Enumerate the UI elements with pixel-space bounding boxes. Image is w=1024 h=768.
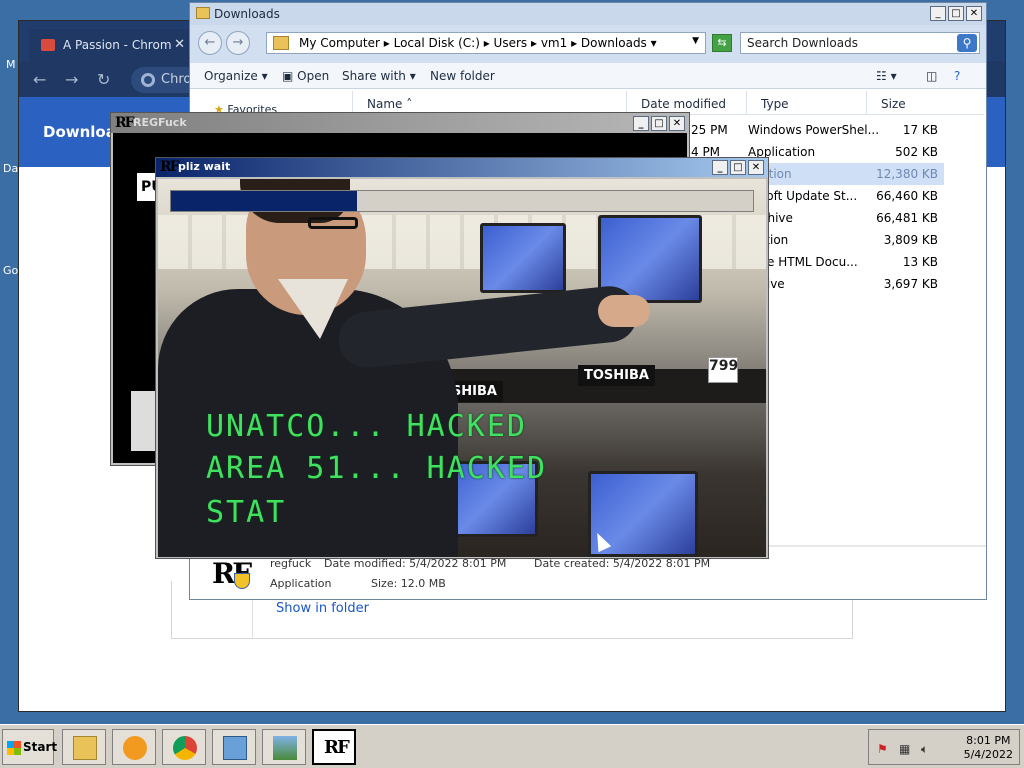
- action-center-icon[interactable]: ⚑: [877, 742, 888, 756]
- explorer-titlebar[interactable]: Downloads _ □ ✕: [190, 3, 986, 25]
- breadcrumb-item[interactable]: Local Disk (C:): [394, 36, 480, 50]
- search-icon[interactable]: ⚲: [957, 34, 977, 52]
- back-arrow-icon[interactable]: ←: [33, 70, 46, 89]
- taskbar-chrome[interactable]: [162, 729, 206, 765]
- taskbar-media-player[interactable]: [112, 729, 156, 765]
- folder-icon: [273, 36, 289, 50]
- search-input[interactable]: Search Downloads ⚲: [740, 32, 980, 54]
- view-options-icon[interactable]: ☷ ▾: [876, 69, 897, 83]
- hack-text-line: UNATCO... HACKED: [206, 409, 527, 444]
- column-size[interactable]: Size: [866, 91, 946, 115]
- refresh-button[interactable]: ⇆: [712, 34, 732, 52]
- minimize-button[interactable]: _: [930, 6, 946, 21]
- detail-size: Size: 12.0 MB: [371, 577, 446, 590]
- brand-sign: TOSHIBA: [578, 365, 655, 386]
- chrome-icon: [173, 736, 197, 760]
- clock[interactable]: 8:01 PM 5/4/2022: [964, 734, 1013, 762]
- minimize-button[interactable]: _: [712, 160, 728, 175]
- desktop-icon-label[interactable]: Go: [3, 264, 18, 277]
- breadcrumb-item[interactable]: Users: [494, 36, 528, 50]
- regfuck-icon: RF: [160, 159, 180, 175]
- uac-shield-icon: [234, 573, 250, 589]
- close-tab-icon[interactable]: ✕: [174, 37, 185, 52]
- close-button[interactable]: ✕: [748, 160, 764, 175]
- photo-viewer-icon: [273, 736, 297, 760]
- forward-button[interactable]: →: [226, 31, 250, 55]
- window-title: Downloads: [214, 7, 280, 21]
- open-button[interactable]: ▣ Open: [282, 69, 329, 83]
- pliz-titlebar[interactable]: RF pliz wait _ □ ✕: [156, 158, 768, 177]
- system-tray: ⚑ ▦ 🔈︎ 8:01 PM 5/4/2022: [868, 729, 1020, 765]
- maximize-button[interactable]: □: [948, 6, 964, 21]
- desktop-icon-label[interactable]: M: [6, 58, 16, 71]
- show-in-folder-link[interactable]: Show in folder: [276, 601, 369, 616]
- explorer-navbar: ← → My Computer ▸ Local Disk (C:) ▸ User…: [190, 25, 986, 63]
- chevron-down-icon[interactable]: ▼: [692, 36, 699, 46]
- address-bar[interactable]: My Computer ▸ Local Disk (C:) ▸ Users ▸ …: [266, 32, 706, 54]
- breadcrumb-item[interactable]: My Computer: [299, 36, 380, 50]
- windows-logo-icon: [7, 741, 21, 755]
- taskbar-file-explorer[interactable]: [62, 729, 106, 765]
- maximize-button[interactable]: □: [730, 160, 746, 175]
- share-with-menu[interactable]: Share with ▾: [342, 69, 416, 83]
- maximize-button[interactable]: □: [651, 116, 667, 131]
- regfuck-icon: RF: [115, 115, 135, 131]
- control-panel-icon: [223, 736, 247, 760]
- clock-date: 5/4/2022: [963, 748, 1013, 761]
- desktop-icon-label[interactable]: Da: [3, 162, 18, 175]
- minimize-button[interactable]: _: [633, 116, 649, 131]
- taskbar-photo-viewer[interactable]: [262, 729, 306, 765]
- folder-icon: [73, 736, 97, 760]
- reload-icon[interactable]: ↻: [97, 70, 110, 89]
- detail-type: Application: [270, 577, 332, 590]
- preview-pane-icon[interactable]: ◫: [926, 69, 937, 83]
- taskbar: Start RF ⚑ ▦ 🔈︎ 8:01 PM 5/4/2022: [0, 724, 1024, 768]
- volume-icon[interactable]: 🔈︎: [921, 742, 928, 757]
- forward-arrow-icon[interactable]: →: [65, 70, 78, 89]
- media-player-icon: [123, 736, 147, 760]
- folder-icon: [196, 7, 210, 19]
- person-hand: [598, 295, 650, 327]
- omnibox-text: Chro: [161, 72, 192, 87]
- regfuck-icon: RF: [324, 737, 350, 758]
- tab-favicon-icon: [41, 39, 55, 51]
- progress-bar: [170, 190, 754, 212]
- chrome-logo-icon: [141, 73, 155, 87]
- chrome-tab[interactable]: A Passion - Chrom ✕: [29, 29, 193, 61]
- column-type[interactable]: Type: [746, 91, 866, 115]
- hack-text-line: STAT: [206, 495, 287, 530]
- pliz-wait-window: TOSHIBA TOSHIBA 799 UNATCO... HACKED ARE…: [155, 157, 769, 559]
- background-photo: TOSHIBA TOSHIBA 799 UNATCO... HACKED ARE…: [158, 179, 766, 557]
- window-title: REGFuck: [133, 116, 187, 129]
- taskbar-regfuck[interactable]: RF: [312, 729, 356, 765]
- breadcrumb-item[interactable]: Downloads: [581, 36, 647, 50]
- network-icon[interactable]: ▦: [899, 742, 910, 756]
- start-button[interactable]: Start: [2, 729, 57, 765]
- help-icon[interactable]: ?: [954, 69, 960, 83]
- search-placeholder: Search Downloads: [747, 36, 858, 50]
- organize-menu[interactable]: Organize ▾: [204, 69, 268, 83]
- back-button[interactable]: ←: [198, 31, 222, 55]
- clock-time: 8:01 PM: [966, 734, 1011, 747]
- close-button[interactable]: ✕: [669, 116, 685, 131]
- progress-fill: [171, 191, 358, 211]
- breadcrumb-item[interactable]: vm1: [541, 36, 567, 50]
- new-folder-button[interactable]: New folder: [430, 69, 495, 83]
- window-title: pliz wait: [178, 160, 231, 173]
- price-tag: 799: [708, 357, 738, 383]
- command-bar: Organize ▾ ▣ Open Share with ▾ New folde…: [190, 63, 986, 89]
- taskbar-control-panel[interactable]: [212, 729, 256, 765]
- hack-text-line: AREA 51... HACKED: [206, 451, 548, 486]
- close-button[interactable]: ✕: [966, 6, 982, 21]
- glasses: [308, 217, 358, 229]
- regfuck-titlebar[interactable]: RF REGFuck _ □ ✕: [111, 113, 689, 133]
- tab-title: A Passion - Chrom: [63, 38, 172, 52]
